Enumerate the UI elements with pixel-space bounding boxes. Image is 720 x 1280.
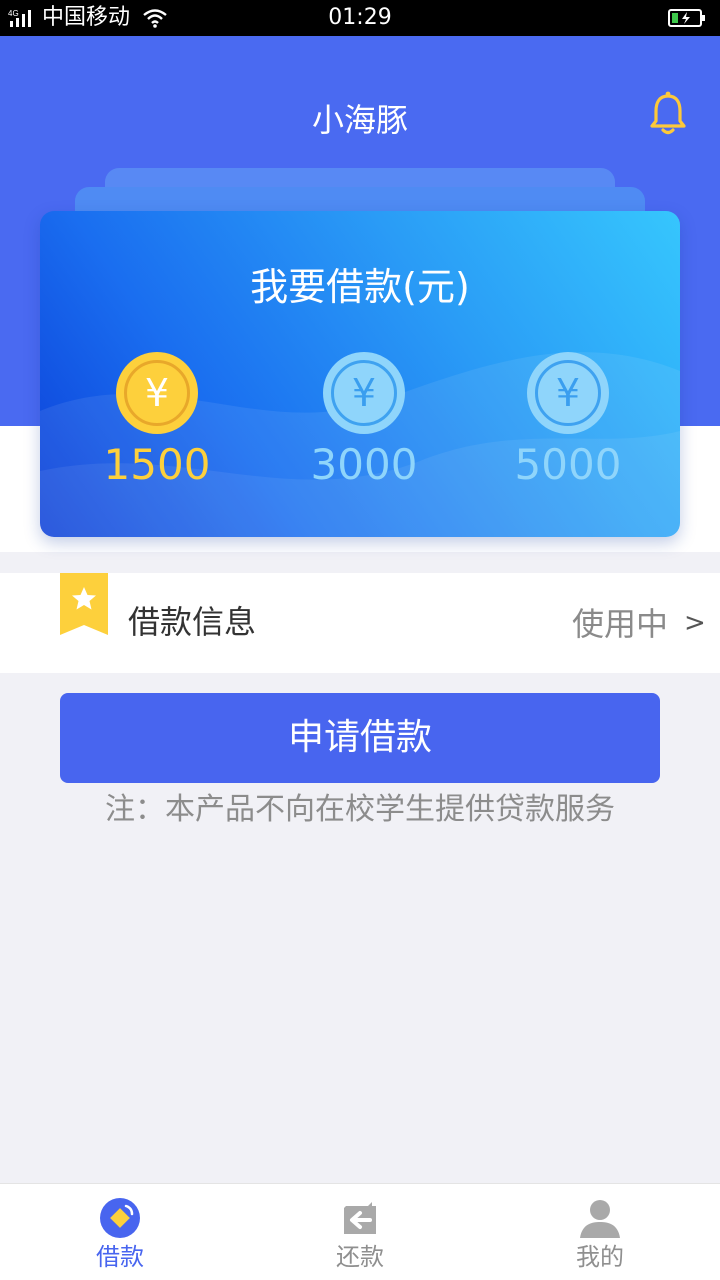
yen-icon: ¥	[351, 371, 377, 415]
amount-value-3000[interactable]: 3000	[284, 440, 444, 490]
bottom-tab-bar: 借款 还款 我的	[0, 1183, 720, 1280]
status-bar: 4G 中国移动 01:29	[0, 0, 720, 36]
amount-value-5000[interactable]: 5000	[488, 440, 648, 490]
apply-loan-button[interactable]: 申请借款	[60, 693, 660, 783]
status-time: 01:29	[328, 5, 392, 30]
profile-icon	[580, 1200, 620, 1238]
page-title: 小海豚	[311, 101, 408, 139]
tab-repay[interactable]: 还款	[240, 1184, 480, 1280]
loan-amount-card: 我要借款(元) ¥ 1500 ¥ 3000 ¥ 5000	[40, 211, 680, 537]
loan-card-title: 我要借款(元)	[250, 265, 470, 309]
amount-value-1500[interactable]: 1500	[77, 440, 237, 490]
loan-icon	[100, 1198, 140, 1238]
tab-loan-label: 借款	[96, 1243, 144, 1271]
star-ribbon-icon	[60, 573, 108, 635]
amount-option-1500[interactable]: ¥	[116, 352, 198, 434]
repay-icon	[344, 1202, 376, 1234]
loan-info-label: 借款信息	[128, 603, 257, 641]
tab-repay-label: 还款	[336, 1243, 384, 1271]
tab-profile-label: 我的	[576, 1243, 624, 1271]
disclaimer-note: 注：本产品不向在校学生提供贷款服务	[105, 792, 615, 827]
amount-option-3000[interactable]: ¥	[323, 352, 405, 434]
tab-loan[interactable]: 借款	[0, 1184, 240, 1280]
chevron-right-icon: >	[684, 608, 706, 638]
tab-profile[interactable]: 我的	[480, 1184, 720, 1280]
yen-icon: ¥	[144, 371, 170, 415]
battery-icon	[668, 9, 705, 27]
yen-icon: ¥	[555, 371, 581, 415]
bell-icon[interactable]	[646, 90, 690, 138]
loan-info-row[interactable]: 借款信息 使用中 >	[0, 573, 720, 673]
loan-info-status: 使用中	[572, 605, 669, 643]
amount-option-5000[interactable]: ¥	[527, 352, 609, 434]
